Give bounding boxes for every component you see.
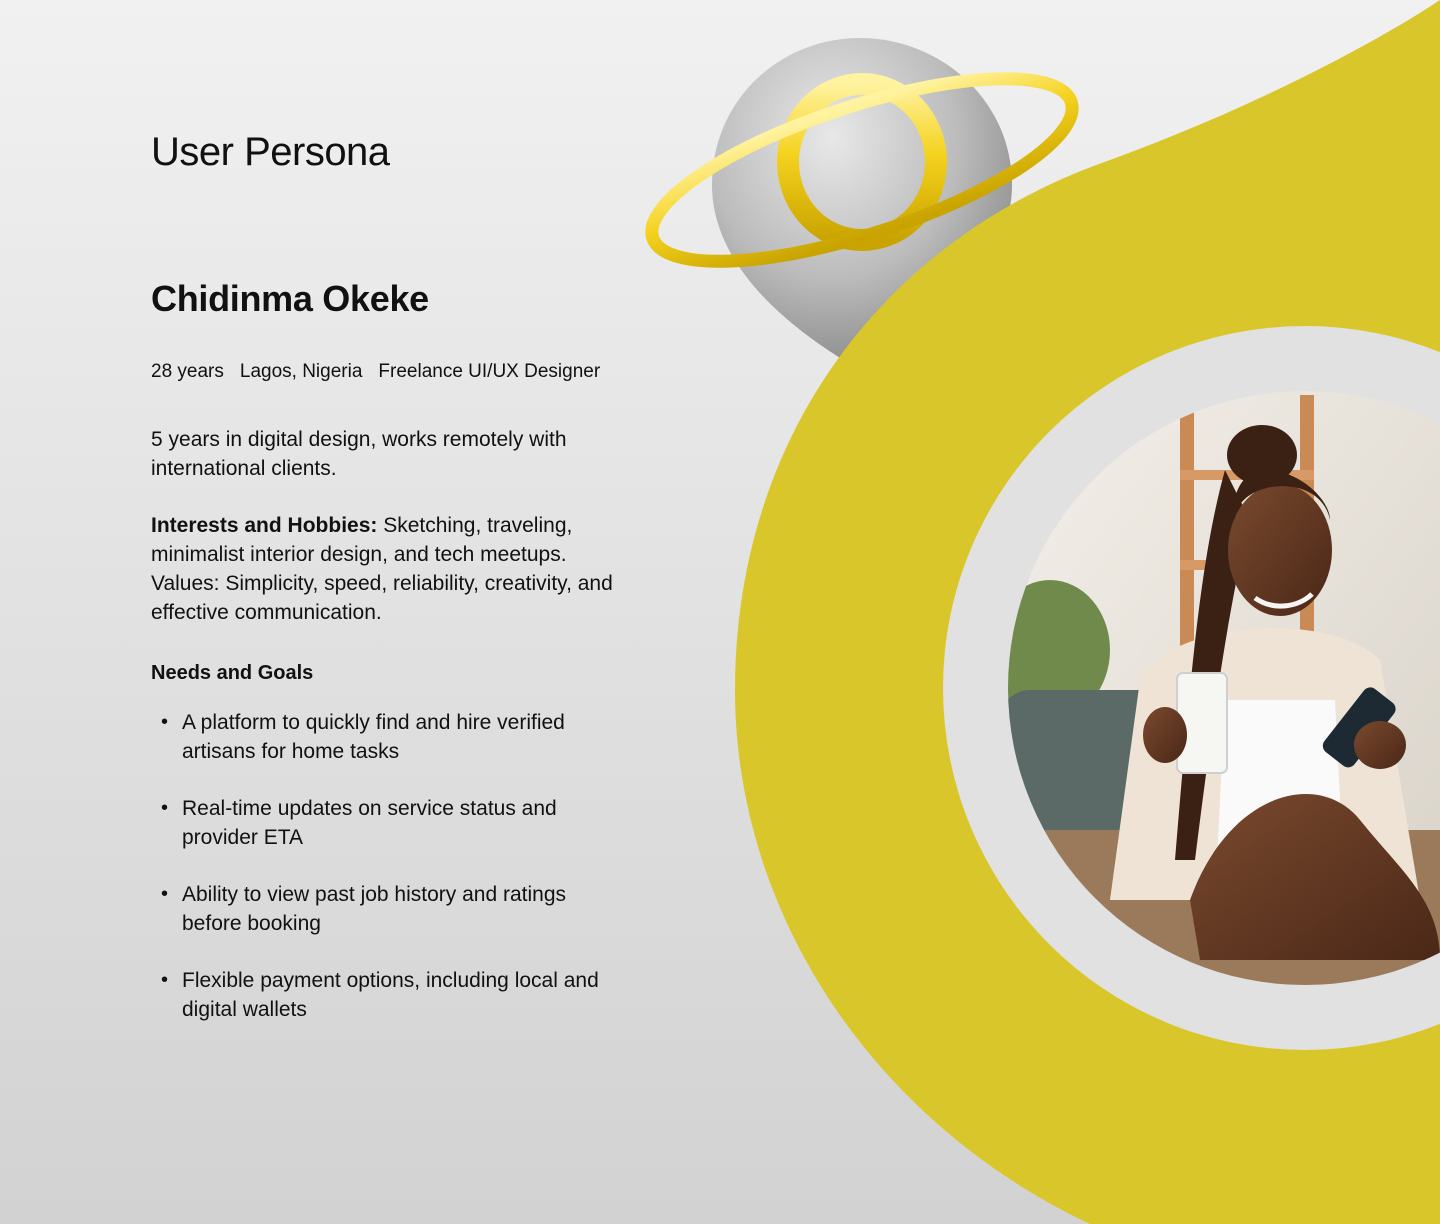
persona-meta: 28 years Lagos, Nigeria Freelance UI/UX … (151, 361, 600, 383)
goals-heading: Needs and Goals (151, 662, 314, 684)
goal-item: • Ability to view past job history and ra… (151, 880, 621, 938)
persona-name: Chidinma Okeke (151, 278, 429, 319)
goal-text: Ability to view past job history and rat… (182, 883, 567, 935)
goals-list: • A platform to quickly find and hire ver… (151, 708, 621, 1052)
goal-item: • Flexible payment options, including loc… (151, 966, 621, 1024)
bullet-icon: • (161, 797, 169, 819)
bullet-icon: • (161, 883, 169, 905)
persona-age: 28 years (151, 361, 224, 382)
goal-item: • Real-time updates on service status and… (151, 794, 621, 852)
persona-interests: Interests and Hobbies: Sketching, travel… (151, 511, 636, 627)
goal-text: Real-time updates on service status and … (182, 797, 557, 849)
persona-occupation: Freelance UI/UX Designer (378, 361, 601, 382)
interests-label: Interests and Hobbies: (151, 514, 378, 537)
bullet-icon: • (161, 711, 169, 733)
page-title: User Persona (151, 130, 390, 174)
bullet-icon: • (161, 969, 169, 991)
goal-text: Flexible payment options, including loca… (182, 969, 599, 1021)
goal-text: A platform to quickly find and hire veri… (182, 711, 565, 763)
persona-summary: 5 years in digital design, works remotel… (151, 428, 567, 480)
persona-location: Lagos, Nigeria (239, 361, 363, 382)
goal-item: • A platform to quickly find and hire ver… (151, 708, 621, 766)
